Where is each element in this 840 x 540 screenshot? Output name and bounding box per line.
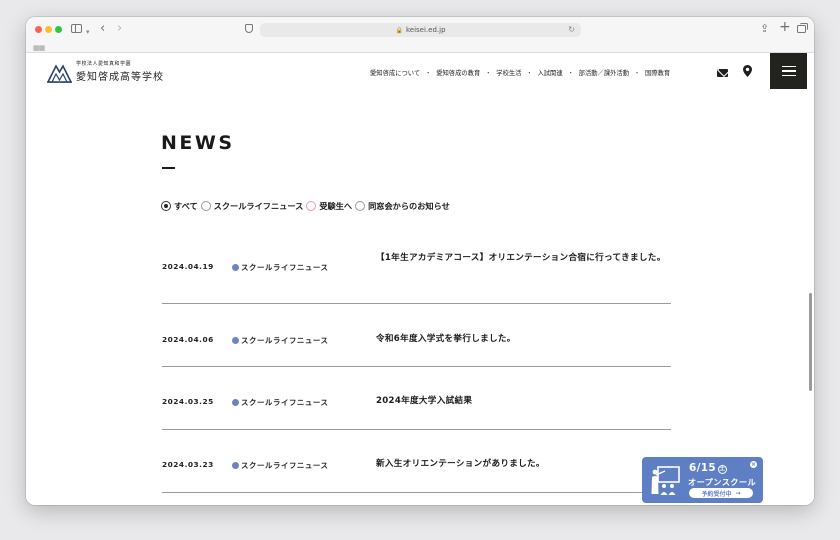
nav-item-clubs[interactable]: 部活動／課外活動 [579,68,629,77]
news-date: 2024.04.19 [162,262,214,271]
sidebar-toggle-icon[interactable] [71,24,82,33]
news-category-label: スクールライフニュース [241,461,329,470]
news-category[interactable]: スクールライフニュース [232,335,329,346]
back-arrow-icon[interactable]: ‹ [100,22,105,35]
mail-icon[interactable] [717,69,728,77]
new-tab-icon[interactable]: + [779,20,791,34]
news-item[interactable]: 2024.03.23 スクールライフニュース 新入生オリエンテーションがありまし… [162,430,671,493]
news-item-title[interactable]: 2024年度大学入試結果 [376,392,668,410]
radio-icon[interactable] [355,201,366,211]
browser-window: ▾ ‹ › 🔒 keisei.ed.jp ↻ ⇪ + ▦▦ 学校法人愛知真和学園… [26,17,814,505]
weekday-badge: 土 [717,465,727,474]
forward-arrow-icon[interactable]: › [117,22,122,35]
close-icon[interactable]: × [750,461,757,468]
share-icon[interactable]: ⇪ [760,23,769,35]
filter-school-life-news[interactable]: スクールライフニュース [200,200,304,212]
nav-item-school-life[interactable]: 学校生活 [496,68,521,77]
browser-toolbar: ▾ ‹ › 🔒 keisei.ed.jp ↻ ⇪ + ▦▦ [26,17,814,53]
radio-checked-icon[interactable] [161,201,171,211]
news-item-title[interactable]: 新入生オリエンテーションがありました。 [376,455,668,473]
hamburger-line [781,74,796,77]
filter-all[interactable]: すべて [161,200,198,212]
open-school-banner[interactable]: × 6/15 土 オープンスクール 予約受付中 → [642,457,763,503]
arrow-right-icon: → [735,489,741,497]
nav-item-education[interactable]: 愛知啓成の教育 [436,68,480,77]
heading-underline [162,167,175,169]
reservation-pill-label: 予約受付中 [701,490,732,498]
logo-subtitle: 学校法人愛知真和学園 [76,61,132,67]
news-category-label: スクールライフニュース [241,398,329,407]
nav-separator: ・ [633,70,641,77]
tab-overview-icon[interactable] [797,22,808,33]
news-category-label: スクールライフニュース [241,263,329,272]
hamburger-line [781,70,796,72]
news-category-label: スクールライフニュース [241,336,329,345]
news-item-title[interactable]: 【1年生アカデミアコース】オリエンテーション合宿に行ってきました。 [376,249,668,267]
url-text: keisei.ed.jp [405,26,446,34]
news-list: 2024.04.19 スクールライフニュース 【1年生アカデミアコース】オリエン… [162,230,671,493]
address-bar[interactable]: 🔒 keisei.ed.jp ↻ [260,23,581,37]
news-category[interactable]: スクールライフニュース [232,262,329,273]
reservation-pill[interactable]: 予約受付中 → [689,488,753,498]
chevron-down-icon[interactable]: ▾ [86,26,90,38]
open-school-label: オープンスクール [688,477,757,487]
news-item[interactable]: 2024.04.06 スクールライフニュース 令和6年度入学式を挙行しました。 [162,304,671,367]
nav-item-international[interactable]: 国際教育 [645,68,670,77]
web-page: 学校法人愛知真和学園 愛知啓成高等学校 愛知啓成について ・ 愛知啓成の教育 ・… [26,53,814,505]
category-dot-icon [232,399,239,406]
scrollbar[interactable] [808,54,813,504]
news-item[interactable]: 2024.03.25 スクールライフニュース 2024年度大学入試結果 [162,367,671,430]
nav-separator: ・ [425,70,432,77]
logo-text: 学校法人愛知真和学園 愛知啓成高等学校 [76,60,164,83]
news-date: 2024.03.23 [162,460,214,469]
news-date: 2024.04.06 [162,335,214,344]
category-dot-icon [232,264,239,271]
global-nav: 愛知啓成について ・ 愛知啓成の教育 ・ 学校生活 ・ 入試関連 ・ 部活動／課… [370,68,670,77]
minimize-window-button[interactable] [45,26,52,33]
nav-separator: ・ [526,70,533,77]
scrollbar-thumb[interactable] [809,293,812,391]
radio-icon[interactable] [200,201,211,211]
reload-icon[interactable]: ↻ [568,25,575,34]
filter-label: 同窓会からのお知らせ [368,201,450,211]
map-pin-icon[interactable] [743,65,752,77]
site-logo[interactable]: 学校法人愛知真和学園 愛知啓成高等学校 [47,60,164,83]
hamburger-line [781,65,796,68]
news-category[interactable]: スクールライフニュース [232,397,329,408]
filter-label: スクールライフニュース [213,201,304,211]
radio-icon[interactable] [306,201,317,211]
open-school-date: 6/15 土 [689,462,727,474]
news-heading: NEWS [161,132,235,154]
hamburger-menu-button[interactable] [770,53,807,89]
close-window-button[interactable] [35,26,42,33]
school-emblem-icon [47,64,72,83]
category-dot-icon [232,337,239,344]
news-date: 2024.03.25 [162,397,214,406]
filter-label: すべて [174,201,198,211]
nav-separator: ・ [485,70,492,77]
lock-icon: 🔒 [395,26,403,34]
presentation-icon [651,466,680,495]
nav-separator: ・ [567,70,574,77]
news-category[interactable]: スクールライフニュース [232,460,329,471]
open-school-date-text: 6/15 [689,462,716,474]
zoom-window-button[interactable] [55,26,62,33]
nav-item-about[interactable]: 愛知啓成について [370,68,420,77]
filter-label: 受験生へ [319,201,353,211]
news-item[interactable]: 2024.04.19 スクールライフニュース 【1年生アカデミアコース】オリエン… [162,230,671,304]
filter-alumni[interactable]: 同窓会からのお知らせ [355,200,450,212]
filter-applicants[interactable]: 受験生へ [306,200,352,212]
news-item-title[interactable]: 令和6年度入学式を挙行しました。 [376,330,668,348]
category-dot-icon [232,462,239,469]
shield-icon[interactable] [245,24,253,33]
news-filter-group: すべて スクールライフニュース 受験生へ 同窓会からのお知らせ [161,200,453,212]
logo-title: 愛知啓成高等学校 [76,72,164,83]
nav-item-admissions[interactable]: 入試関連 [537,68,562,77]
